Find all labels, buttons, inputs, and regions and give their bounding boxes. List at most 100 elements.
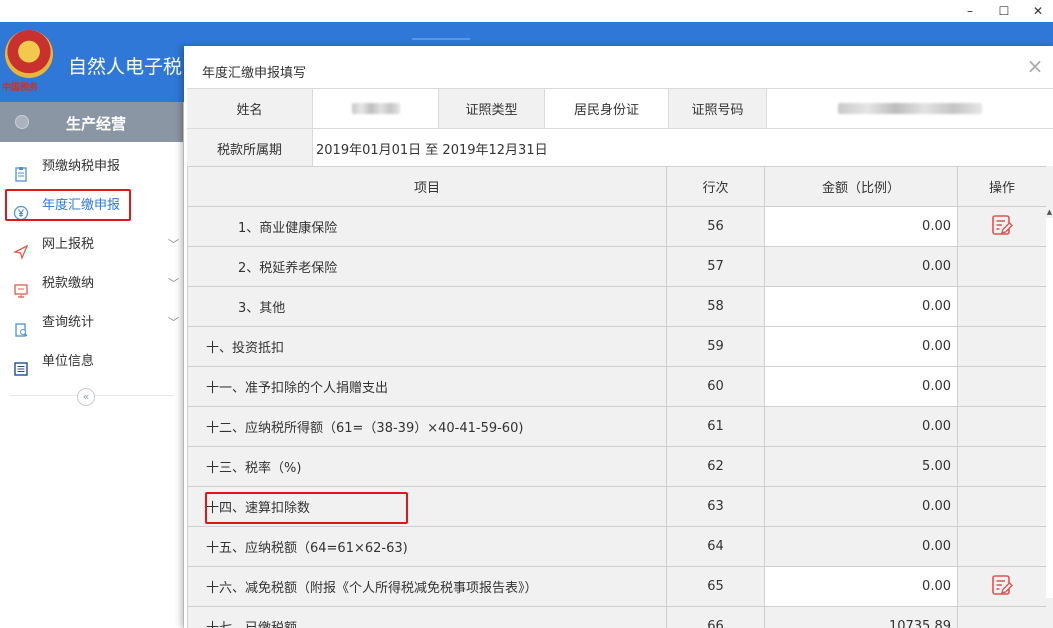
row-item-name: 十、投资抵扣 (187, 326, 667, 367)
redacted-id-number (838, 103, 982, 114)
row-item-name: 3、其他 (187, 286, 667, 327)
sidebar-item-3[interactable]: 税款缴纳 ﹀ (0, 264, 183, 303)
id-number-label: 证照号码 (668, 89, 766, 128)
row-line-number: 63 (666, 486, 765, 527)
annual-filing-dialog: 年度汇缴申报填写 × 姓名 证照类型 居民身份证 证照号码 税款所属期 2019… (184, 46, 1053, 628)
minimize-button[interactable]: – (955, 0, 985, 22)
amount-value: 10735.89 (764, 606, 958, 628)
national-emblem-icon (5, 30, 53, 78)
row-operation-cell (957, 406, 1047, 447)
id-type-value: 居民身份证 (544, 89, 668, 128)
row-operation-cell (957, 366, 1047, 407)
tax-period-label: 税款所属期 (187, 129, 312, 168)
collapse-sidebar-button[interactable]: « (77, 388, 95, 406)
list-icon (13, 354, 29, 376)
name-label: 姓名 (187, 89, 312, 128)
column-header-line: 行次 (666, 166, 765, 207)
table-row: 2、税延养老保险 57 0.00 (187, 246, 1047, 287)
clipboard-icon (13, 159, 29, 182)
maximize-button[interactable]: ☐ (989, 0, 1019, 22)
row-line-number: 59 (666, 326, 765, 367)
row-line-number: 57 (666, 246, 765, 287)
monitor-icon (13, 276, 29, 298)
table-header-row: 项目 行次 金额（比例） 操作 (187, 166, 1047, 207)
sidebar-item-2[interactable]: 网上报税 ﹀ (0, 225, 183, 264)
table-row: 十一、准予扣除的个人捐赠支出 60 0.00 (187, 366, 1047, 407)
table-row: 十五、应纳税额（64=61×62-63) 64 0.00 (187, 526, 1047, 567)
tax-items-table: 项目 行次 金额（比例） 操作 1、商业健康保险 56 0.00 2、税延养老保险 57… (187, 166, 1047, 628)
row-item-name: 1、商业健康保险 (187, 206, 667, 247)
row-operation-cell (957, 606, 1047, 628)
sidebar-item-label: 单位信息 (42, 354, 95, 369)
edit-form-icon[interactable] (990, 573, 1014, 601)
sidebar-section-title: 生产经营 (66, 115, 127, 133)
amount-value: 5.00 (764, 446, 958, 487)
row-operation-cell (957, 326, 1047, 367)
table-row: 十六、减免税额（附报《个人所得税减免税事项报告表》） 65 0.00 (187, 566, 1047, 607)
chevron-down-icon: ﹀ (168, 277, 179, 290)
row-line-number: 61 (666, 406, 765, 447)
header-tab-indicator (412, 38, 470, 40)
tax-logo-text: 中国税务 (2, 83, 39, 93)
app-title: 自然人电子税 (68, 56, 183, 78)
row-item-name: 十六、减免税额（附报《个人所得税减免税事项报告表》） (187, 566, 667, 607)
column-header-item: 项目 (187, 166, 667, 207)
sidebar-item-4[interactable]: 查询统计 ﹀ (0, 303, 183, 342)
amount-value: 0.00 (764, 486, 958, 527)
row-operation-cell (957, 446, 1047, 487)
column-header-amount: 金额（比例） (764, 166, 958, 207)
row-item-name: 十一、准予扣除的个人捐赠支出 (187, 366, 667, 407)
amount-input[interactable]: 0.00 (764, 206, 958, 247)
row-line-number: 64 (666, 526, 765, 567)
row-item-name: 十二、应纳税所得额（61=（38-39）×40-41-59-60) (187, 406, 667, 447)
row-line-number: 66 (666, 606, 765, 628)
close-dialog-button[interactable]: × (1025, 56, 1045, 76)
window-title-bar: – ☐ ✕ (0, 0, 1053, 22)
amount-input[interactable]: 0.00 (764, 366, 958, 407)
name-value (312, 89, 438, 128)
row-operation-cell (957, 206, 1047, 247)
redacted-name (351, 103, 400, 114)
search-doc-icon (13, 315, 29, 337)
table-row: 十七、已缴税额6610735.89 (187, 606, 1047, 628)
table-row: 十三、税率（%) 62 5.00 (187, 446, 1047, 487)
sidebar-item-label: 查询统计 (42, 315, 95, 330)
section-icon (15, 115, 29, 129)
amount-value: 0.00 (764, 246, 958, 287)
active-item-highlight-box (5, 189, 131, 221)
row-operation-cell (957, 286, 1047, 327)
tax-period-row: 税款所属期 2019年01月01日 至 2019年12月31日 (187, 128, 1053, 168)
table-body: 1、商业健康保险 56 0.00 2、税延养老保险 57 0.00 3、其他 58 0.00 十、… (187, 206, 1047, 628)
scroll-up-icon[interactable]: ▲ (1046, 208, 1053, 216)
scrollbar-thumb[interactable] (1046, 218, 1053, 598)
row-operation-cell (957, 566, 1047, 607)
sidebar-item-0[interactable]: 预缴纳税申报 (0, 147, 183, 186)
row-item-name: 十七、已缴税额 (187, 606, 667, 628)
table-row: 十二、应纳税所得额（61=（38-39）×40-41-59-60) 61 0.00 (187, 406, 1047, 447)
sidebar-section-header[interactable]: 生产经营 (0, 102, 183, 142)
chevron-down-icon: ﹀ (168, 238, 179, 251)
sidebar-item-5[interactable]: 单位信息 (0, 342, 183, 381)
row-item-name: 十五、应纳税额（64=61×62-63) (187, 526, 667, 567)
sidebar: 生产经营 预缴纳税申报 年度汇缴申报 网上报税 ﹀ 税款缴纳 ﹀ 查询统计 ﹀ 单位信息 « (0, 102, 184, 628)
row-line-number: 56 (666, 206, 765, 247)
edit-form-icon[interactable] (990, 213, 1014, 241)
dialog-title: 年度汇缴申报填写 (202, 66, 307, 81)
row-operation-cell (957, 486, 1047, 527)
column-header-operation: 操作 (957, 166, 1047, 207)
chevron-down-icon: ﹀ (168, 316, 179, 329)
sidebar-item-label: 网上报税 (42, 237, 95, 252)
table-row: 十、投资抵扣 59 0.00 (187, 326, 1047, 367)
id-number-value (766, 89, 1053, 128)
amount-value: 0.00 (764, 406, 958, 447)
row-operation-cell (957, 526, 1047, 567)
send-icon (12, 237, 29, 260)
id-type-label: 证照类型 (438, 89, 544, 128)
app-window: – ☐ ✕ 中国税务 自然人电子税 生产经营 预缴纳税申报 年度汇缴申报 网上报税 ﹀… (0, 0, 1053, 628)
amount-input[interactable]: 0.00 (764, 286, 958, 327)
taxpayer-info-row: 姓名 证照类型 居民身份证 证照号码 (187, 88, 1053, 128)
amount-input[interactable]: 0.00 (764, 566, 958, 607)
donation-row-highlight-box (205, 492, 408, 524)
close-window-button[interactable]: ✕ (1023, 0, 1053, 22)
amount-input[interactable]: 0.00 (764, 326, 958, 367)
